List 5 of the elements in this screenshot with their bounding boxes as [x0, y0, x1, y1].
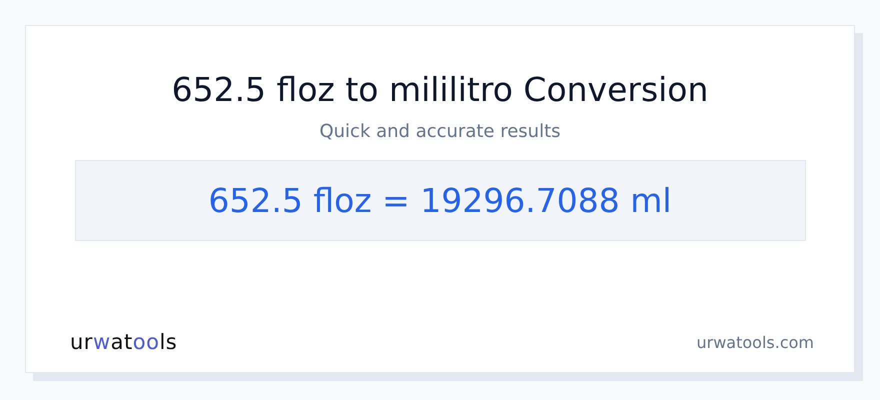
- subtitle: Quick and accurate results: [319, 120, 561, 144]
- result-panel: 652.5 floz = 19296.7088 ml: [74, 160, 806, 241]
- page-title: 652.5 floz to mililitro Conversion: [172, 70, 708, 110]
- site-link[interactable]: urwatools.com: [696, 332, 814, 352]
- logo[interactable]: urwatools: [70, 330, 178, 354]
